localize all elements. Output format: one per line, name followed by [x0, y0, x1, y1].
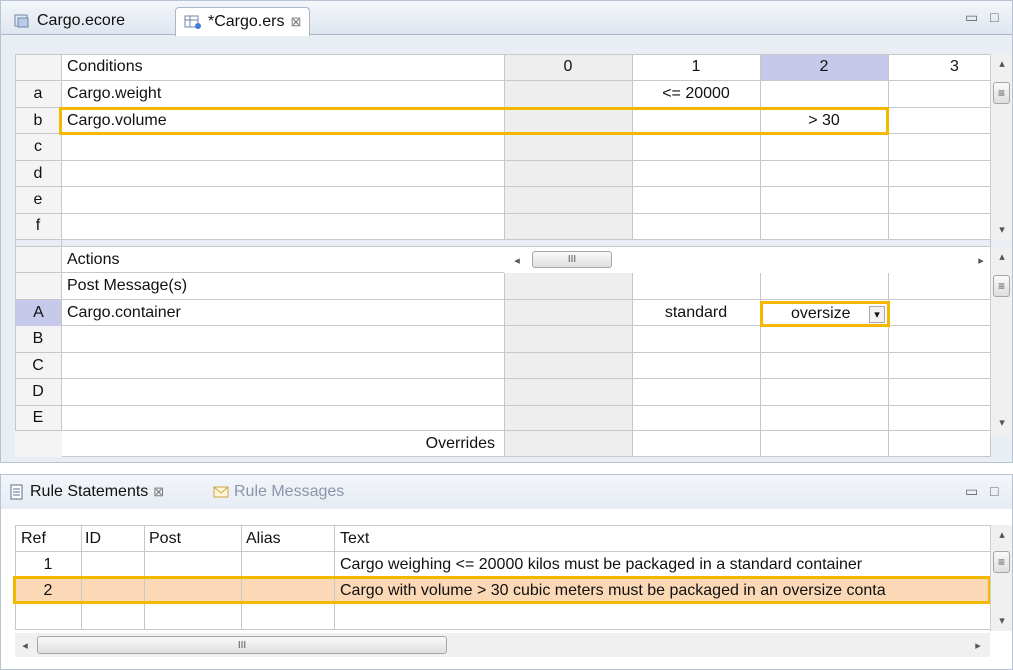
tab-label: *Cargo.ers [208, 13, 285, 30]
minimize-icon[interactable]: ▭ [965, 483, 978, 500]
column-header-2[interactable]: 2 [760, 54, 888, 80]
close-tab-icon[interactable]: ⊠ [290, 14, 301, 30]
row-letter: f [35, 217, 41, 234]
scroll-up-icon[interactable]: ▴ [991, 525, 1013, 543]
highlight-statement-2 [13, 576, 991, 604]
action-value[interactable]: standard [632, 300, 760, 326]
column-header-alias[interactable]: Alias [246, 527, 336, 551]
tab-label: Rule Messages [234, 483, 345, 500]
rule-statements-icon [10, 484, 23, 500]
scroll-down-icon[interactable]: ▾ [991, 220, 1013, 238]
row-letter: C [32, 357, 44, 374]
highlight-condition-b [59, 107, 889, 135]
scroll-down-icon[interactable]: ▾ [991, 611, 1013, 629]
row-letter: E [32, 409, 44, 426]
scroll-left-icon[interactable]: ◂ [17, 633, 33, 657]
scroll-left-icon[interactable]: ◂ [510, 247, 524, 273]
ers-editor: Cargo.ecore *Cargo.ers ⊠ ▭ □ Conditions … [0, 0, 1013, 463]
chevron-down-icon[interactable]: ▾ [869, 306, 885, 323]
tab-rule-messages[interactable]: Rule Messages [213, 483, 344, 501]
scroll-thumb[interactable]: ≡ [993, 82, 1010, 104]
view-tab-bar: Rule Statements ⊠ Rule Messages ▭ □ [1, 475, 1012, 509]
column-header-0[interactable]: 0 [504, 54, 632, 80]
tab-cargo-ecore[interactable]: Cargo.ecore [5, 7, 133, 35]
ecore-file-icon [14, 14, 29, 28]
column-header-3[interactable]: 3 [888, 54, 968, 80]
tab-cargo-ers[interactable]: *Cargo.ers ⊠ [175, 7, 311, 36]
conditions-header: Conditions [67, 58, 143, 75]
scroll-up-icon[interactable]: ▴ [991, 54, 1013, 72]
post-messages-label: Post Message(s) [67, 277, 188, 294]
scroll-thumb[interactable]: III [532, 251, 612, 268]
dropdown-value: oversize [791, 305, 851, 322]
scroll-right-icon[interactable]: ▸ [974, 247, 988, 273]
statements-horizontal-scrollbar[interactable]: ◂ III ▸ [15, 633, 990, 657]
overrides-label: Overrides [425, 435, 495, 452]
scroll-thumb[interactable]: III [37, 636, 447, 654]
action-name[interactable]: Cargo.container [67, 300, 497, 326]
column-header-id[interactable]: ID [85, 527, 145, 551]
condition-value[interactable]: <= 20000 [632, 81, 760, 107]
column-header-text[interactable]: Text [340, 527, 540, 551]
scroll-right-icon[interactable]: ▸ [970, 633, 986, 657]
tab-rule-statements[interactable]: Rule Statements ⊠ [9, 483, 164, 501]
actions-header: Actions [67, 251, 120, 268]
scroll-up-icon[interactable]: ▴ [991, 247, 1013, 265]
statement-text[interactable]: Cargo weighing <= 20000 kilos must be pa… [340, 553, 980, 577]
row-letter: e [33, 191, 43, 208]
row-letter: b [33, 112, 43, 129]
row-letter: c [34, 138, 42, 155]
ers-file-icon [184, 15, 201, 29]
minimize-icon[interactable]: ▭ [965, 9, 978, 26]
column-header-1[interactable]: 1 [632, 54, 760, 80]
scroll-down-icon[interactable]: ▾ [991, 413, 1013, 431]
row-letter: d [33, 165, 43, 182]
condition-name[interactable]: Cargo.weight [67, 81, 497, 107]
row-letter-selected: A [16, 300, 61, 326]
statements-vertical-scrollbar[interactable]: ▴ ≡ ▾ [990, 525, 1012, 631]
actions-vertical-scrollbar[interactable]: ▴ ≡ ▾ [990, 247, 1012, 437]
tab-label: Rule Statements [30, 483, 149, 500]
column-header-ref[interactable]: Ref [21, 527, 81, 551]
envelope-icon [213, 486, 229, 498]
close-tab-icon[interactable]: ⊠ [153, 484, 164, 500]
statement-ref[interactable]: 1 [15, 553, 81, 577]
maximize-icon[interactable]: □ [990, 9, 998, 25]
row-letter: a [33, 85, 43, 102]
scroll-thumb[interactable]: ≡ [993, 551, 1010, 573]
rule-statements-view: Rule Statements ⊠ Rule Messages ▭ □ Ref … [0, 474, 1013, 670]
editor-tab-bar: Cargo.ecore *Cargo.ers ⊠ ▭ □ [1, 1, 1012, 36]
action-value-dropdown[interactable]: oversize ▾ [760, 301, 890, 327]
scroll-thumb[interactable]: ≡ [993, 275, 1010, 297]
tab-label: Cargo.ecore [37, 12, 126, 29]
row-letter: B [32, 330, 44, 347]
columns-horizontal-scrollbar[interactable]: ◂ III ▸ [504, 247, 990, 273]
conditions-vertical-scrollbar[interactable]: ▴ ≡ ▾ [990, 54, 1012, 240]
maximize-icon[interactable]: □ [990, 483, 998, 499]
row-letter: D [32, 383, 44, 400]
column-header-post[interactable]: Post [149, 527, 239, 551]
